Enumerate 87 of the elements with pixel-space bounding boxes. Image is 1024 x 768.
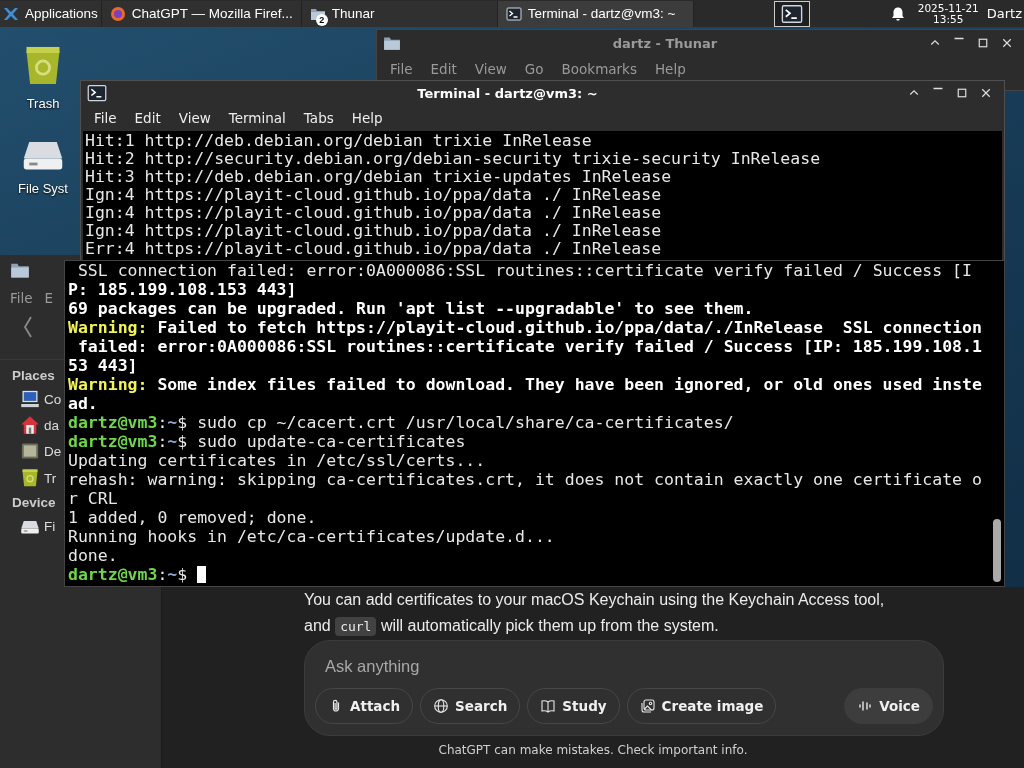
terminal-line: P: 185.199.108.153 443] xyxy=(68,280,298,299)
menu-item[interactable]: File xyxy=(383,61,420,77)
terminal-line: Hit:1 http://deb.debian.org/debian trixie InRelease xyxy=(85,132,593,150)
menu-item[interactable]: Help xyxy=(344,110,390,126)
browser-icon xyxy=(109,5,126,22)
time-label: 13:55 xyxy=(933,13,964,25)
minimize-icon xyxy=(932,87,944,90)
window-title: Terminal - dartz@vm3: ~ xyxy=(416,85,599,101)
terminal-line: Updating certificates in /etc/ssl/certs... xyxy=(68,451,487,470)
user-name[interactable]: Dartz xyxy=(986,6,1022,21)
app-menu-icon xyxy=(3,5,19,22)
tool-button[interactable]: Study xyxy=(527,688,620,724)
menu-item[interactable]: Terminal xyxy=(221,110,293,126)
scrollbar-thumb[interactable] xyxy=(993,519,1001,582)
terminal-line: 53 443] xyxy=(68,356,139,375)
sidebar-item[interactable]: De xyxy=(44,443,62,459)
terminal-line: Warning: Failed to fetch https://playit-cloud.github.io/ppa/data/./InRelease SSL connection xyxy=(68,318,983,337)
terminal-icon xyxy=(780,2,803,25)
terminal-icon xyxy=(505,5,522,22)
terminal-line: ad. xyxy=(68,394,99,413)
menu-item[interactable]: Bookmarks xyxy=(554,61,644,77)
close-icon xyxy=(1001,37,1013,49)
applications-menu[interactable]: Applications xyxy=(0,0,102,27)
disclaimer-text: ChatGPT can make mistakes. Check important info. xyxy=(437,743,749,757)
taskbar-button[interactable]: 2 Thunar xyxy=(301,0,498,27)
message-input[interactable]: Ask anything xyxy=(315,651,635,682)
terminal-launcher[interactable] xyxy=(773,0,810,27)
menu-item[interactable]: Edit xyxy=(423,61,464,77)
taskbar-button[interactable]: Terminal - dartz@vm3: ~ xyxy=(497,0,694,27)
menu-item[interactable]: Tabs xyxy=(296,110,341,126)
menu-item[interactable]: File xyxy=(4,290,39,306)
menu-item[interactable]: Help xyxy=(647,61,693,77)
trash-icon xyxy=(20,467,40,489)
menu-item[interactable]: Go xyxy=(517,61,551,77)
menu-item[interactable]: View xyxy=(467,61,514,77)
desktop-icon-label[interactable]: File Syst xyxy=(18,181,68,197)
desktop-icon xyxy=(20,441,40,461)
home-icon xyxy=(20,415,40,435)
sidebar-heading: Device xyxy=(12,495,56,510)
folder-icon xyxy=(383,34,401,52)
desktop-icon-label[interactable]: Trash xyxy=(26,96,60,112)
sidebar-item[interactable]: Co xyxy=(44,391,62,407)
terminal-line: Running hooks in /etc/ca-certificates/update.d... xyxy=(68,527,556,546)
bell-icon xyxy=(889,5,906,22)
menu-item[interactable]: File xyxy=(87,110,124,126)
tool-button[interactable]: Attach xyxy=(315,688,414,724)
date-label: 2025-11-21 xyxy=(917,2,979,14)
terminal-line: Hit:2 http://security.debian.org/debian-security trixie-security InRelease xyxy=(85,150,822,168)
window-title: dartz - Thunar xyxy=(611,35,719,51)
answer-paragraph: You can add certificates to your macOS Keychain using the Keychain Access tool, and curl will automatically pick them up from the system. xyxy=(304,590,886,638)
terminal-icon xyxy=(87,83,107,103)
terminal-line: r CRL xyxy=(68,489,119,508)
terminal-line: 69 packages can be upgraded. Run 'apt list --upgradable' to see them. xyxy=(68,299,755,318)
maximize-icon xyxy=(977,37,989,49)
terminal-line: Ign:4 https://playit-cloud.github.io/ppa/data ./ InRelease xyxy=(85,222,663,240)
terminal-line: done. xyxy=(68,546,119,565)
terminal-line: rehash: warning: skipping ca-certificates.crt, it does not contain exactly one certificate o xyxy=(68,470,983,489)
close-icon xyxy=(980,87,992,99)
computer-icon xyxy=(20,389,40,409)
terminal-line: Ign:4 https://playit-cloud.github.io/ppa/data ./ InRelease xyxy=(85,204,663,222)
terminal-line: 1 added, 0 removed; done. xyxy=(68,508,318,527)
tool-button[interactable]: Search xyxy=(420,688,521,724)
terminal-line: Err:4 https://playit-cloud.github.io/ppa/data ./ InRelease xyxy=(85,240,663,258)
terminal-line: SSL connection failed: error:0A000086:SSL routines::certificate verify failed / Success [I xyxy=(76,261,973,280)
terminal-line: Warning: Some index files failed to download. They have been ignored, or old ones used inste xyxy=(68,375,983,394)
terminal-line: dartz@vm3:~$ xyxy=(68,565,990,584)
sidebar-heading: Places xyxy=(12,368,55,383)
menu-item[interactable]: View xyxy=(171,110,218,126)
taskbar-button[interactable]: ChatGPT — Mozilla Firef... xyxy=(101,0,302,27)
tool-button[interactable]: Create image xyxy=(626,688,777,724)
voice-button[interactable]: Voice xyxy=(844,688,933,724)
terminal-line: dartz@vm3:~$ sudo update-ca-certificates xyxy=(68,432,467,451)
menu-item[interactable]: E xyxy=(38,290,60,306)
terminal-line: Ign:4 https://playit-cloud.github.io/ppa/data ./ InRelease xyxy=(85,186,663,204)
sidebar-item[interactable]: Fi xyxy=(44,518,56,534)
sidebar-item[interactable]: da xyxy=(44,417,60,433)
globe-icon xyxy=(433,698,450,714)
minimize-icon xyxy=(953,37,965,40)
maximize-icon xyxy=(956,87,968,99)
waveform-icon xyxy=(857,698,874,714)
terminal-line: dartz@vm3:~$ sudo cp ~/cacert.crt /usr/local/share/ca-certificates/ xyxy=(68,413,735,432)
terminal-line: failed: error:0A000086:SSL routines::certificate verify failed / Success [IP: 185.199.108.1 xyxy=(76,337,983,356)
book-icon xyxy=(540,698,557,714)
menu-item[interactable]: Edit xyxy=(127,110,168,126)
sidebar-item[interactable]: Tr xyxy=(44,470,57,486)
terminal-line: Hit:3 http://deb.debian.org/debian trixie-updates InRelease xyxy=(85,168,673,186)
image-icon xyxy=(639,698,656,714)
